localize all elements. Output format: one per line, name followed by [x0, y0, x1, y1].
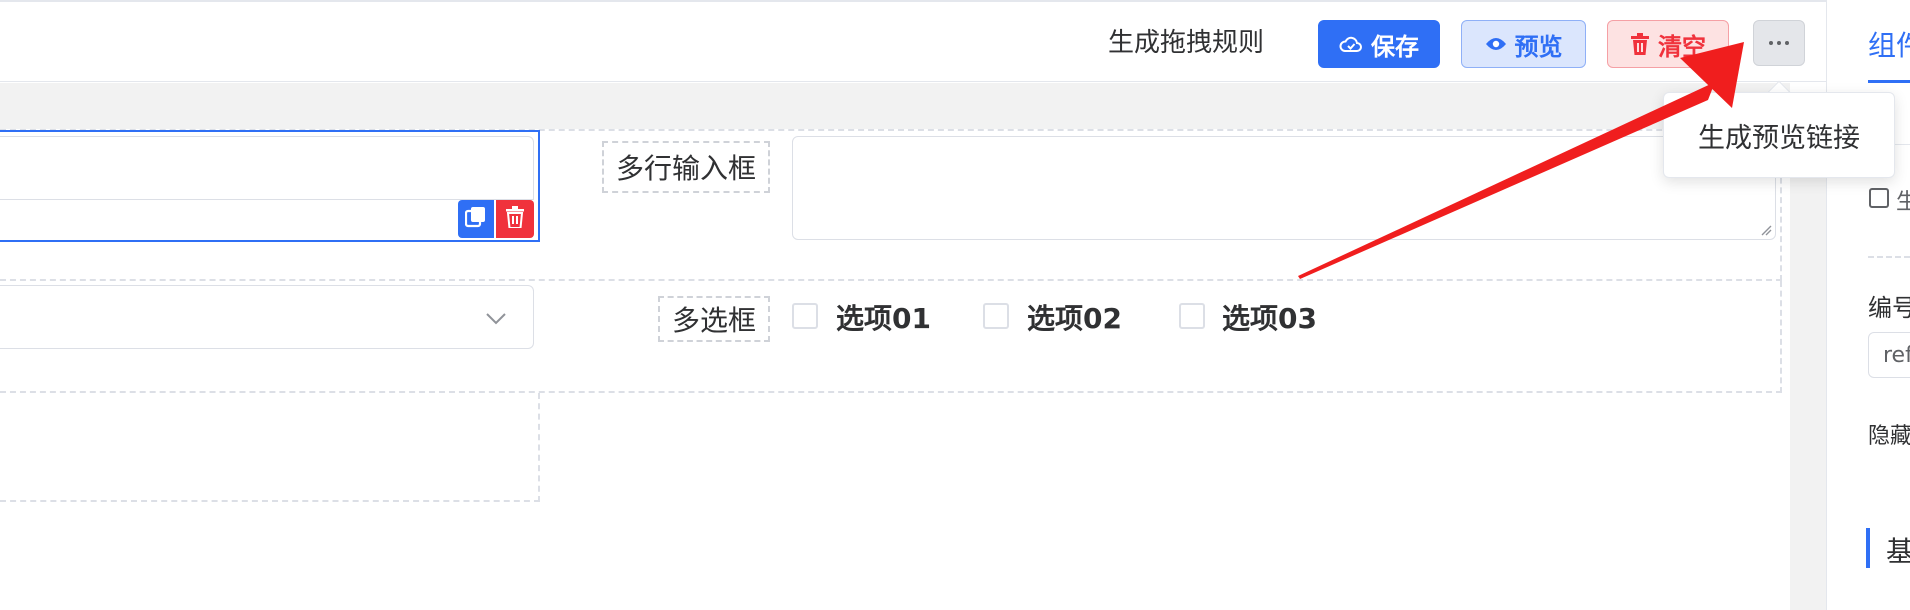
section-title: 基: [1886, 535, 1910, 568]
canvas-top-band: [0, 83, 1790, 129]
copy-item-button[interactable]: [458, 200, 494, 238]
checkbox[interactable]: [792, 303, 818, 329]
form-item-placeholder: [0, 393, 540, 502]
preview-button[interactable]: 预览: [1461, 20, 1586, 68]
chevron-down-icon: [486, 313, 506, 325]
resize-handle-icon[interactable]: [1760, 224, 1772, 236]
textarea-field[interactable]: [792, 136, 1776, 240]
checkbox[interactable]: [1179, 303, 1205, 329]
eye-icon: [1485, 36, 1507, 52]
canvas-right-gutter: [1790, 129, 1826, 610]
generate-drag-rule-link[interactable]: 生成拖拽规则: [1108, 22, 1264, 64]
preview-button-label: 预览: [1514, 32, 1563, 61]
checkbox-option-label[interactable]: 选项02: [1027, 297, 1122, 337]
clear-button-label: 清空: [1658, 32, 1706, 61]
active-tab-indicator: [1868, 80, 1910, 83]
save-button-label: 保存: [1371, 32, 1419, 61]
copy-icon: [464, 206, 487, 232]
checkbox[interactable]: [983, 303, 1009, 329]
select-field[interactable]: [0, 285, 534, 349]
id-input[interactable]: ref: [1868, 332, 1910, 378]
section-marker: [1866, 528, 1870, 568]
trash-icon: [1630, 33, 1650, 55]
hidden-label: 隐藏: [1868, 424, 1910, 449]
checkbox-option-label[interactable]: 选项03: [1222, 297, 1317, 337]
checkbox-option-label[interactable]: 选项01: [836, 297, 931, 337]
save-button[interactable]: 保存: [1318, 20, 1440, 68]
preview-link-tooltip: 生成预览链接: [1663, 92, 1895, 178]
checkbox-label: 多选框: [658, 296, 770, 342]
trash-icon: [505, 206, 525, 232]
divider: [1868, 256, 1910, 258]
field-type-label: 生: [1896, 190, 1910, 215]
more-options-button[interactable]: [1753, 20, 1805, 66]
textarea-label: 多行输入框: [602, 141, 770, 193]
more-dots-icon: [1769, 41, 1773, 45]
text-field-icon: [1869, 188, 1889, 208]
text-input[interactable]: [0, 136, 534, 200]
clear-button[interactable]: 清空: [1607, 20, 1729, 68]
id-label: 编号: [1868, 294, 1910, 322]
tab-components[interactable]: 组件: [1868, 24, 1910, 64]
delete-item-button[interactable]: [496, 200, 534, 238]
cloud-icon: [1339, 34, 1363, 54]
